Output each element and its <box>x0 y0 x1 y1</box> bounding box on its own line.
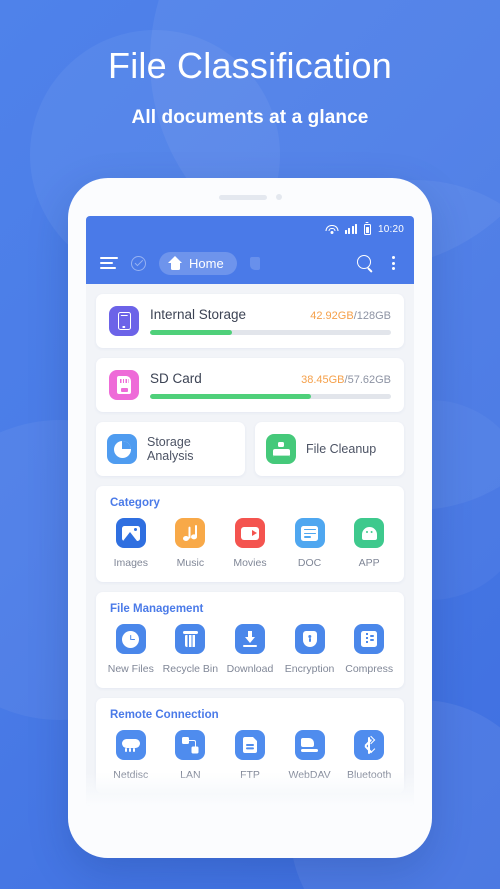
category-grid: Images Music Movies DOC APP <box>101 518 399 569</box>
check-circle-icon[interactable] <box>131 255 146 271</box>
grid-item-compress[interactable]: Compress <box>339 624 399 675</box>
action-file-cleanup[interactable]: File Cleanup <box>255 422 404 476</box>
section-title: Remote Connection <box>110 709 219 721</box>
section-file-management: File Management New Files Recycle Bin Do… <box>96 592 404 688</box>
android-icon <box>354 518 385 548</box>
grid-item-label: FTP <box>240 769 260 781</box>
grid-item-label: Bluetooth <box>346 769 392 781</box>
search-icon[interactable] <box>357 254 374 272</box>
phone-storage-icon <box>109 306 139 336</box>
section-title: File Management <box>110 603 204 615</box>
action-label: Storage Analysis <box>147 435 194 463</box>
remote-connection-grid: Netdisc LAN FTP WebDAV Bluetooth <box>101 730 399 781</box>
storage-progress-bar <box>150 394 391 399</box>
section-category: Category Images Music Movies DOC APP <box>96 486 404 582</box>
grid-item-label: New Files <box>107 663 154 675</box>
grid-item-app[interactable]: APP <box>339 518 399 569</box>
hamburger-menu-icon[interactable] <box>100 257 118 269</box>
grid-item-encryption[interactable]: Encryption <box>280 624 340 675</box>
bluetooth-icon <box>354 730 385 760</box>
webdav-icon <box>294 730 325 760</box>
clock-icon <box>115 624 146 654</box>
document-icon <box>294 518 325 548</box>
storage-name: SD Card <box>150 371 202 386</box>
storage-total: 57.62GB <box>347 374 391 386</box>
sd-card-icon <box>109 370 139 400</box>
section-remote-connection: Remote Connection Netdisc LAN FTP WebDAV… <box>96 698 404 794</box>
grid-item-images[interactable]: Images <box>101 518 161 569</box>
wifi-icon <box>325 224 339 234</box>
section-title: Category <box>110 497 160 509</box>
phone-bezel-top <box>68 178 432 216</box>
grid-item-label: APP <box>358 557 380 569</box>
download-icon <box>234 624 265 654</box>
breadcrumb-home[interactable]: Home <box>159 251 237 275</box>
lan-icon <box>175 730 206 760</box>
grid-item-netdisc[interactable]: Netdisc <box>101 730 161 781</box>
status-clock: 10:20 <box>377 223 404 235</box>
trash-icon <box>175 624 206 654</box>
page-title: File Classification <box>108 45 392 86</box>
storage-card-internal[interactable]: Internal Storage 42.92GB/128GB <box>96 294 404 348</box>
battery-icon <box>363 223 371 235</box>
grid-item-label: DOC <box>297 557 322 569</box>
grid-item-bluetooth[interactable]: Bluetooth <box>339 730 399 781</box>
file-management-grid: New Files Recycle Bin Download Encryptio… <box>101 624 399 675</box>
promo-header: File Classification All documents at a g… <box>0 44 500 129</box>
breadcrumb-next-icon[interactable] <box>249 256 260 270</box>
storage-usage: 42.92GB/128GB <box>310 310 391 322</box>
grid-item-recycle-bin[interactable]: Recycle Bin <box>161 624 221 675</box>
grid-item-ftp[interactable]: FTP <box>220 730 280 781</box>
shield-lock-icon <box>294 624 325 654</box>
breadcrumb-home-label: Home <box>189 255 224 271</box>
grid-item-label: Music <box>176 557 205 569</box>
signal-icon <box>345 224 357 234</box>
grid-item-doc[interactable]: DOC <box>280 518 340 569</box>
grid-item-label: Netdisc <box>113 769 149 781</box>
zip-archive-icon <box>354 624 385 654</box>
grid-item-music[interactable]: Music <box>161 518 221 569</box>
more-vertical-icon[interactable] <box>387 255 400 271</box>
grid-item-label: Compress <box>345 663 394 675</box>
screen-content[interactable]: Internal Storage 42.92GB/128GB SD Card 3… <box>86 284 414 806</box>
video-icon <box>234 518 265 548</box>
cloud-icon <box>115 730 146 760</box>
grid-item-label: Encryption <box>284 663 335 675</box>
broom-cleanup-icon <box>266 434 296 464</box>
app-toolbar: Home <box>86 242 414 284</box>
grid-item-label: LAN <box>180 769 201 781</box>
phone-screen: 10:20 Home Internal Storage 42.92GB/128G… <box>86 216 414 806</box>
action-storage-analysis[interactable]: Storage Analysis <box>96 422 245 476</box>
storage-usage: 38.45GB/57.62GB <box>301 374 391 386</box>
storage-used: 42.92GB <box>310 310 354 322</box>
grid-item-label: Recycle Bin <box>162 663 219 675</box>
image-icon <box>115 518 146 548</box>
action-label: File Cleanup <box>306 442 377 456</box>
storage-card-sdcard[interactable]: SD Card 38.45GB/57.62GB <box>96 358 404 412</box>
front-camera <box>275 194 282 200</box>
grid-item-label: WebDAV <box>288 769 331 781</box>
status-bar: 10:20 <box>86 216 414 242</box>
storage-name: Internal Storage <box>150 307 247 322</box>
ftp-file-icon <box>234 730 265 760</box>
grid-item-label: Download <box>226 663 274 675</box>
page-subtitle: All documents at a glance <box>131 107 369 129</box>
grid-item-label: Movies <box>233 557 267 569</box>
grid-item-new-files[interactable]: New Files <box>101 624 161 675</box>
grid-item-lan[interactable]: LAN <box>161 730 221 781</box>
storage-used: 38.45GB <box>301 374 345 386</box>
storage-progress-bar <box>150 330 391 335</box>
home-icon <box>168 256 183 270</box>
storage-total: 128GB <box>356 310 391 322</box>
pie-chart-icon <box>107 434 137 464</box>
earpiece-speaker <box>218 194 267 200</box>
phone-mockup: 10:20 Home Internal Storage 42.92GB/128G… <box>68 178 432 858</box>
grid-item-label: Images <box>113 557 149 569</box>
grid-item-movies[interactable]: Movies <box>220 518 280 569</box>
grid-item-webdav[interactable]: WebDAV <box>280 730 340 781</box>
music-note-icon <box>175 518 206 548</box>
quick-actions: Storage Analysis File Cleanup <box>96 422 404 476</box>
grid-item-download[interactable]: Download <box>220 624 280 675</box>
